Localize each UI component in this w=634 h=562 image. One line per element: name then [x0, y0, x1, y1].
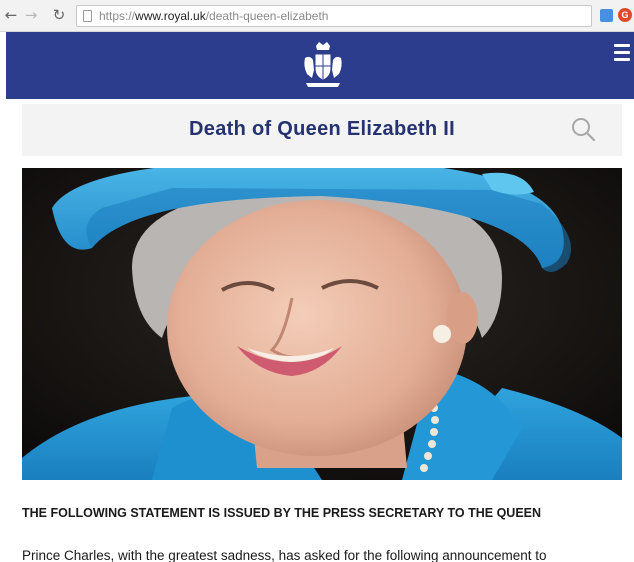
hamburger-menu-icon[interactable] [614, 44, 630, 61]
statement-heading: THE FOLLOWING STATEMENT IS ISSUED BY THE… [22, 506, 542, 520]
reload-icon[interactable]: ↻ [50, 6, 68, 24]
search-icon[interactable] [570, 116, 596, 142]
title-bar: Death of Queen Elizabeth II [22, 104, 622, 156]
forward-arrow-icon[interactable]: → [22, 6, 40, 24]
extension-badge-icon[interactable]: G [618, 8, 632, 22]
extension-icon[interactable] [600, 9, 613, 22]
url-domain: www.royal.uk [135, 9, 206, 23]
royal-coat-of-arms-icon[interactable] [298, 40, 348, 90]
url-prefix: https:// [99, 9, 136, 23]
browser-toolbar: ← → ↻ https://www.royal.uk/death-queen-e… [0, 0, 634, 32]
address-bar[interactable]: https://www.royal.uk/death-queen-elizabe… [76, 5, 592, 27]
page-icon [83, 10, 92, 22]
site-header [6, 32, 634, 99]
article-first-line: Prince Charles, with the greatest sadnes… [22, 548, 547, 562]
portrait-photo [22, 168, 622, 480]
url-path: /death-queen-elizabeth [205, 9, 329, 23]
back-arrow-icon[interactable]: ← [2, 6, 20, 24]
page-title: Death of Queen Elizabeth II [189, 118, 455, 140]
